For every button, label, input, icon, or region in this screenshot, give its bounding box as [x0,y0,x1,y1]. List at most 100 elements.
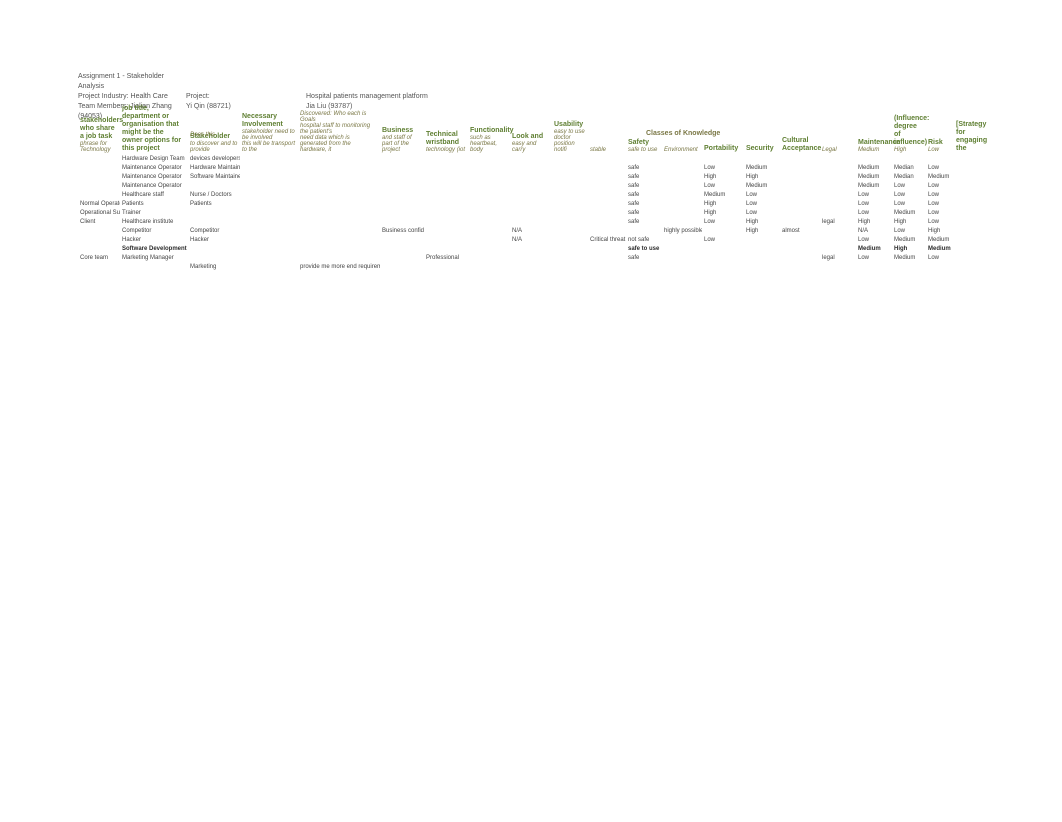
cell: Patients [120,199,188,208]
h-col17-mix: Medium [858,147,890,153]
cell: safe to use [626,244,662,253]
cell [298,208,380,217]
cell [510,244,552,253]
cell [926,262,954,271]
cell [424,190,468,199]
cell [240,244,298,253]
cell: N/A [856,226,892,235]
cell: Hardware Maintainer [188,163,240,172]
cell [552,262,588,271]
cell [240,226,298,235]
cell [240,208,298,217]
cell [744,235,780,244]
cell [188,217,240,226]
cell [780,163,820,172]
cell [552,154,588,163]
cell [662,172,702,181]
h-col3-sub2: this will be transport to the [242,141,296,153]
h-col16: Legal [822,147,854,153]
cell [298,244,380,253]
cell: Medium [926,172,954,181]
cell [188,208,240,217]
cell: Medium [892,235,926,244]
cell [954,154,994,163]
cell [510,262,552,271]
h-col3: Necessary Involvement [242,113,283,128]
cell [380,244,424,253]
cell [510,253,552,262]
cell [662,199,702,208]
h-col19: Risk [928,139,943,146]
cell: Medium [892,253,926,262]
cell [468,208,510,217]
cell: High [744,226,780,235]
cell [892,262,926,271]
cell [380,181,424,190]
cell [240,172,298,181]
h-col11: Safety [628,139,649,146]
cell [380,208,424,217]
cell: Hacker [188,235,240,244]
cell [702,226,744,235]
cell [954,262,994,271]
cell [510,217,552,226]
cell: Low [856,199,892,208]
cell [626,154,662,163]
table-body: Hardware Design Teamdevices developersMa… [78,154,994,271]
cell [298,172,380,181]
table-row: Marketingprovide me more end requirement… [78,262,994,271]
h-col11-mix: safe to use [628,147,660,153]
cell [588,172,626,181]
cell [702,244,744,253]
industry-label: Project Industry: [78,93,129,100]
h-col0-sub: phrase for Technology [80,141,118,153]
cell [510,181,552,190]
cell [780,253,820,262]
cell [510,199,552,208]
cell: Low [744,208,780,217]
cell [468,235,510,244]
cell [240,181,298,190]
cell [468,181,510,190]
h-col7: Functionality [470,127,514,134]
cell [424,217,468,226]
cell [298,235,380,244]
h-col4-sub: Discovered: Who each is Goals [300,111,378,123]
cell [424,172,468,181]
h-col3-sub: stakeholder need to be involved [242,129,296,141]
cell: N/A [510,235,552,244]
cell [78,181,120,190]
cell: safe [626,253,662,262]
cell: Software Development [120,244,188,253]
cell [424,199,468,208]
classes-band: Classes of Knowledge [646,130,720,138]
cell [510,163,552,172]
cell [662,208,702,217]
cell: not safe [626,235,662,244]
cell [424,244,468,253]
cell [552,190,588,199]
stakeholder-table: Classes of Knowledge stakeholders who sh… [78,128,994,271]
cell: Low [892,226,926,235]
table-row: Maintenance OperatorSoftware Maintainers… [78,172,994,181]
cell: Hardware Design Team [120,154,188,163]
cell [240,253,298,262]
cell: High [702,199,744,208]
cell [78,172,120,181]
cell [820,181,856,190]
cell: Medium [702,190,744,199]
cell [744,262,780,271]
cell [856,154,892,163]
cell: Low [926,253,954,262]
cell [510,190,552,199]
cell [380,190,424,199]
cell: Low [744,190,780,199]
h-col18-mix: High [894,147,924,153]
cell: Professional [424,253,468,262]
cell [820,226,856,235]
cell [298,154,380,163]
cell [780,172,820,181]
cell: legal [820,217,856,226]
cell: almost [780,226,820,235]
cell: Low [926,181,954,190]
